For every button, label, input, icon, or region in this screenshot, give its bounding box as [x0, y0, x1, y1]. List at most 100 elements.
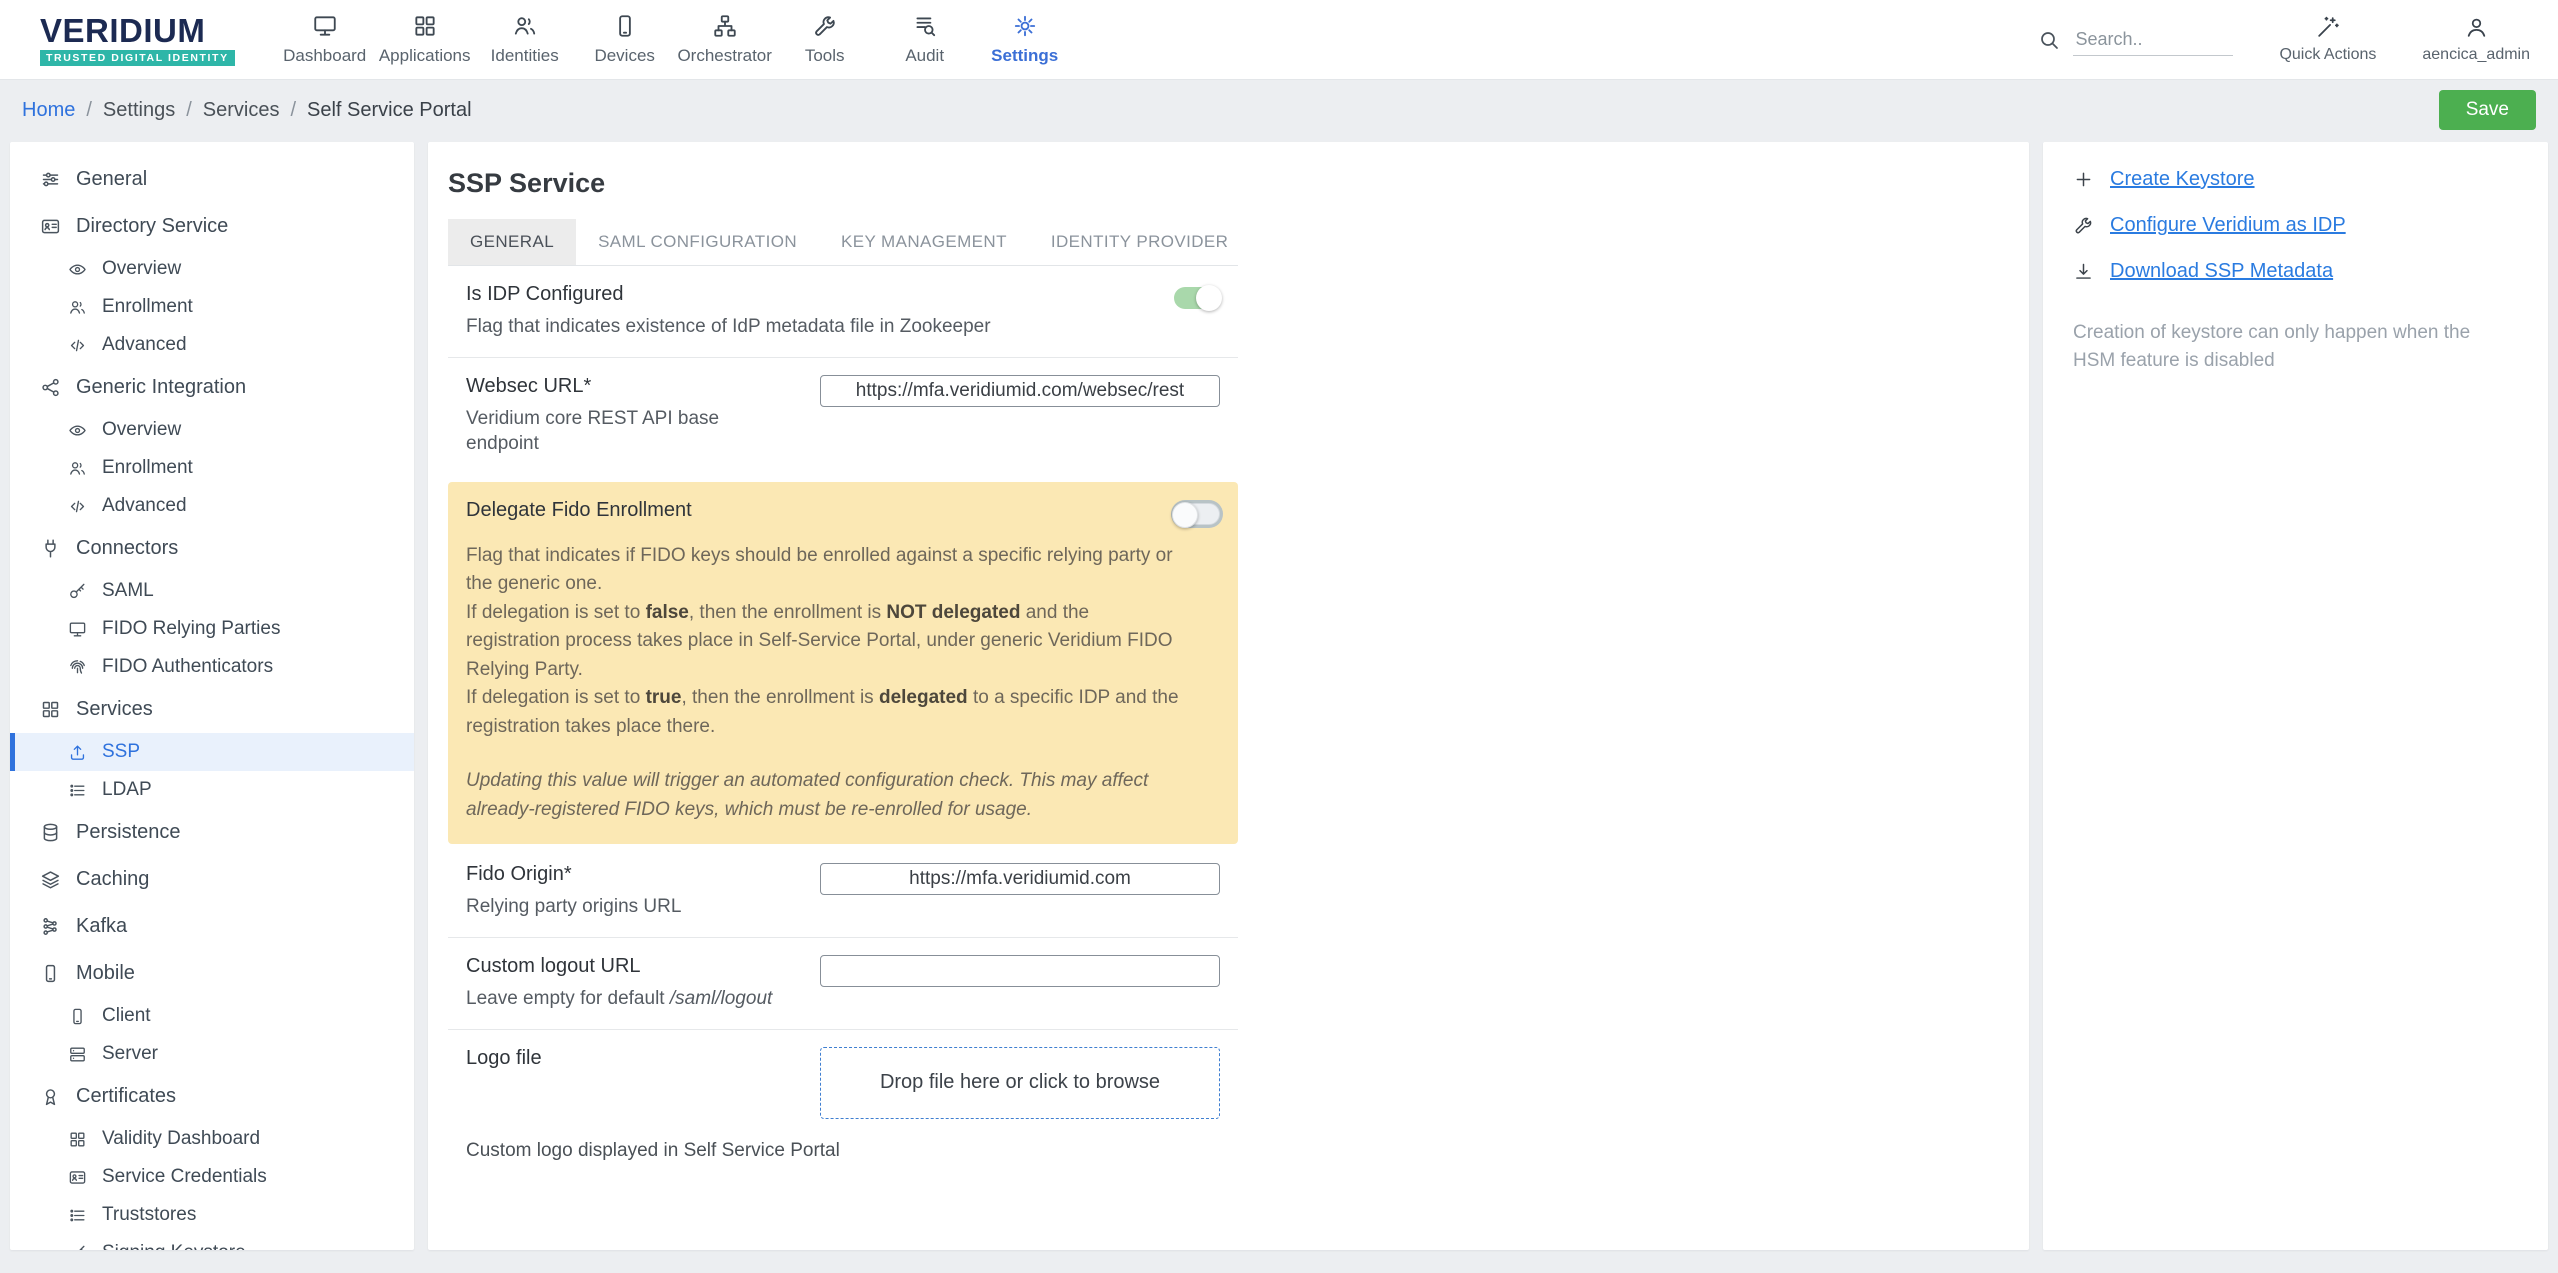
ssp-service-panel: SSP Service GENERAL SAML CONFIGURATION K…	[428, 142, 2029, 1250]
toggle-knob	[1172, 502, 1198, 528]
user-icon	[2464, 15, 2489, 40]
sidebar-item-generic-advanced[interactable]: Advanced	[10, 487, 414, 525]
sidebar-item-label: Signing Keystore	[102, 1242, 246, 1250]
list-icon	[68, 1206, 87, 1225]
fido-origin-input[interactable]	[820, 863, 1220, 895]
nav-tools[interactable]: Tools	[775, 0, 875, 79]
sidebar-item-truststores[interactable]: Truststores	[10, 1196, 414, 1234]
configure-veridium-idp-label[interactable]: Configure Veridium as IDP	[2110, 214, 2346, 237]
websec-url-label: Websec URL*	[466, 375, 796, 398]
sidebar-item-general[interactable]: General	[10, 156, 414, 203]
people-icon	[68, 298, 87, 317]
user-menu[interactable]: aencica_admin	[2422, 15, 2530, 64]
nav-dashboard[interactable]: Dashboard	[275, 0, 375, 79]
sidebar-item-ssp[interactable]: SSP	[10, 733, 414, 771]
people-icon	[68, 459, 87, 478]
search-icon[interactable]	[2037, 28, 2061, 52]
sidebar-item-label: Enrollment	[102, 296, 193, 318]
sidebar-item-label: Client	[102, 1005, 151, 1027]
configure-veridium-idp-link[interactable]: Configure Veridium as IDP	[2073, 214, 2518, 237]
sidebar-item-certificates[interactable]: Certificates	[10, 1073, 414, 1120]
custom-logout-label: Custom logout URL	[466, 955, 772, 978]
idp-configured-desc: Flag that indicates existence of IdP met…	[466, 314, 991, 340]
dropzone-text: Drop file here or click to browse	[880, 1071, 1160, 1094]
create-keystore-label[interactable]: Create Keystore	[2110, 168, 2255, 191]
search-input[interactable]	[2073, 24, 2233, 56]
sidebar-item-saml[interactable]: SAML	[10, 572, 414, 610]
nav-audit[interactable]: Audit	[875, 0, 975, 79]
veridium-logo[interactable]: VERIDIUM TRUSTED DIGITAL IDENTITY	[40, 14, 235, 66]
custom-logout-input[interactable]	[820, 955, 1220, 987]
nav-orchestrator[interactable]: Orchestrator	[675, 0, 775, 79]
gear-icon	[1012, 13, 1038, 39]
sidebar-item-fido-authenticators[interactable]: FIDO Authenticators	[10, 648, 414, 686]
key-icon	[68, 1244, 87, 1251]
sliders-icon	[40, 169, 61, 190]
sidebar-item-signing-keystore[interactable]: Signing Keystore	[10, 1234, 414, 1250]
grid-icon	[412, 13, 438, 39]
sidebar-item-mobile[interactable]: Mobile	[10, 950, 414, 997]
sidebar-item-server[interactable]: Server	[10, 1035, 414, 1073]
form-row-custom-logout: Custom logout URL Leave empty for defaul…	[448, 938, 1238, 1029]
websec-url-input[interactable]	[820, 375, 1220, 407]
nav-settings[interactable]: Settings	[975, 0, 1075, 79]
breadcrumb-services[interactable]: Services	[203, 99, 280, 122]
sidebar-item-generic-integration[interactable]: Generic Integration	[10, 364, 414, 411]
nav-identities[interactable]: Identities	[475, 0, 575, 79]
tab-saml-configuration[interactable]: SAML CONFIGURATION	[576, 219, 819, 265]
sidebar-item-directory-enrollment[interactable]: Enrollment	[10, 288, 414, 326]
sidebar-item-validity-dashboard[interactable]: Validity Dashboard	[10, 1120, 414, 1158]
phone-icon	[68, 1007, 87, 1026]
sidebar-item-generic-enrollment[interactable]: Enrollment	[10, 449, 414, 487]
logo-dropzone[interactable]: Drop file here or click to browse	[820, 1047, 1220, 1119]
delegate-fido-toggle[interactable]	[1174, 503, 1220, 525]
sidebar-item-label: Advanced	[102, 495, 187, 517]
sidebar-item-kafka[interactable]: Kafka	[10, 903, 414, 950]
breadcrumb-settings[interactable]: Settings	[103, 99, 175, 122]
general-form: Is IDP Configured Flag that indicates ex…	[448, 266, 1238, 1176]
fingerprint-icon	[68, 658, 87, 677]
tab-identity-provider[interactable]: IDENTITY PROVIDER	[1029, 219, 1250, 265]
sidebar-item-ldap[interactable]: LDAP	[10, 771, 414, 809]
create-keystore-link[interactable]: Create Keystore	[2073, 168, 2518, 191]
grid-icon	[68, 1130, 87, 1149]
sidebar-item-label: Directory Service	[76, 215, 228, 238]
download-ssp-metadata-label[interactable]: Download SSP Metadata	[2110, 260, 2333, 283]
sidebar-item-services[interactable]: Services	[10, 686, 414, 733]
nav-devices[interactable]: Devices	[575, 0, 675, 79]
sidebar-item-directory-advanced[interactable]: Advanced	[10, 326, 414, 364]
toggle-knob	[1196, 285, 1222, 311]
sidebar-item-persistence[interactable]: Persistence	[10, 809, 414, 856]
sidebar-item-directory-overview[interactable]: Overview	[10, 250, 414, 288]
server-icon	[68, 1045, 87, 1064]
sidebar-item-caching[interactable]: Caching	[10, 856, 414, 903]
tab-key-management[interactable]: KEY MANAGEMENT	[819, 219, 1029, 265]
delegate-fido-desc: Flag that indicates if FIDO keys should …	[466, 542, 1186, 742]
sidebar-item-fido-relying-parties[interactable]: FIDO Relying Parties	[10, 610, 414, 648]
tab-general[interactable]: GENERAL	[448, 219, 576, 265]
nav-label: Applications	[379, 46, 471, 66]
custom-logout-text: Custom logout URL Leave empty for defaul…	[466, 955, 772, 1012]
tab-bar: GENERAL SAML CONFIGURATION KEY MANAGEMEN…	[448, 219, 1238, 266]
sidebar-item-label: General	[76, 168, 147, 191]
user-label: aencica_admin	[2422, 46, 2530, 64]
sidebar-item-client[interactable]: Client	[10, 997, 414, 1035]
idp-configured-label: Is IDP Configured	[466, 283, 991, 306]
sidebar-item-connectors[interactable]: Connectors	[10, 525, 414, 572]
nav-applications[interactable]: Applications	[375, 0, 475, 79]
page-title: SSP Service	[448, 168, 2009, 199]
breadcrumb-home[interactable]: Home	[22, 99, 75, 122]
fido-origin-text: Fido Origin* Relying party origins URL	[466, 863, 681, 920]
sidebar-item-service-credentials[interactable]: Service Credentials	[10, 1158, 414, 1196]
logo-file-text: Logo file	[466, 1047, 542, 1078]
save-button[interactable]: Save	[2439, 90, 2536, 130]
monitor-icon	[68, 620, 87, 639]
sidebar-item-label: Persistence	[76, 821, 181, 844]
quick-actions-button[interactable]: Quick Actions	[2279, 15, 2376, 64]
idp-configured-toggle[interactable]	[1174, 287, 1220, 309]
sidebar-item-directory-service[interactable]: Directory Service	[10, 203, 414, 250]
download-ssp-metadata-link[interactable]: Download SSP Metadata	[2073, 260, 2518, 283]
nav-label: Identities	[491, 46, 559, 66]
global-search	[2037, 24, 2233, 56]
sidebar-item-generic-overview[interactable]: Overview	[10, 411, 414, 449]
